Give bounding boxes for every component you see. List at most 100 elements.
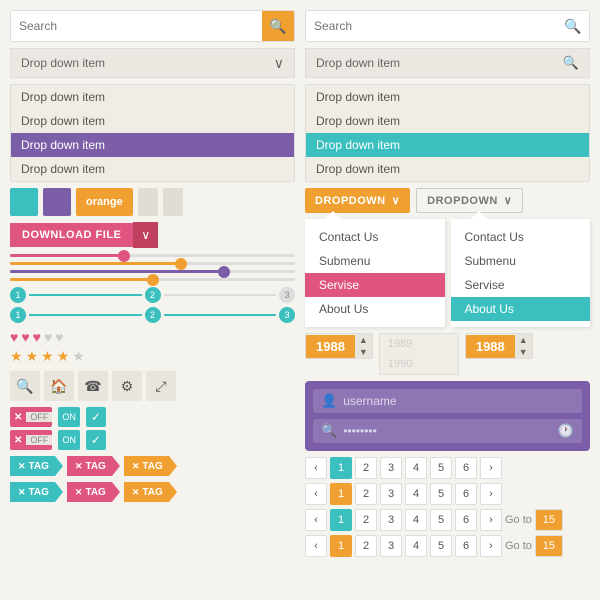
page-btn-4-5[interactable]: 5 <box>430 535 452 557</box>
scroll-item-1989[interactable]: 1989 <box>380 334 458 354</box>
star-3[interactable]: ★ <box>41 348 54 365</box>
list-item-r2[interactable]: Drop down item <box>306 109 589 133</box>
slider-track-4[interactable] <box>10 278 295 281</box>
download-file-button[interactable]: DOWNLOAD FILE <box>10 223 133 247</box>
search-button-1[interactable]: 🔍 <box>262 10 294 42</box>
search-input-1[interactable] <box>11 19 262 33</box>
list-item[interactable]: Drop down item <box>11 109 294 133</box>
page-prev-btn-3[interactable]: ‹ <box>305 509 327 531</box>
toggle-off-2[interactable]: ✕ OFF <box>10 430 52 450</box>
spinner-down-btn-2[interactable]: ▼ <box>515 346 532 358</box>
slider-thumb-2[interactable] <box>175 258 187 270</box>
page-btn-4-1[interactable]: 1 <box>330 535 352 557</box>
star-1[interactable]: ★ <box>10 348 23 365</box>
page-btn-3-5[interactable]: 5 <box>430 509 452 531</box>
page-btn-2-3[interactable]: 3 <box>380 483 402 505</box>
beige-rect-btn-1[interactable] <box>138 188 158 216</box>
phone-icon-box[interactable]: ☎ <box>78 371 108 401</box>
search-bar-1[interactable]: 🔍 <box>10 10 295 42</box>
step-num-2b[interactable]: 2 <box>145 307 161 323</box>
dropdown-outline-btn[interactable]: DROPDOWN ∨ <box>416 188 523 213</box>
goto-input-3[interactable] <box>535 509 563 531</box>
scroll-list-1[interactable]: 1989 1990 <box>379 333 459 375</box>
toggle-on-2[interactable]: ON <box>58 430 80 450</box>
page-next-btn-2[interactable]: › <box>480 483 502 505</box>
tag-pink-2[interactable]: ✕ TAG <box>67 482 120 502</box>
step-num-1c[interactable]: 3 <box>279 287 295 303</box>
menu-item-submenu-1[interactable]: Submenu <box>305 249 445 273</box>
spinner-up-btn-2[interactable]: ▲ <box>515 334 532 346</box>
goto-input-4[interactable] <box>535 535 563 557</box>
page-btn-1-6[interactable]: 6 <box>455 457 477 479</box>
page-btn-2-1[interactable]: 1 <box>330 483 352 505</box>
spinner-up-btn-1[interactable]: ▲ <box>355 334 372 346</box>
slider-track-2[interactable] <box>10 262 295 265</box>
menu-item-servise-1[interactable]: Servise <box>305 273 445 297</box>
heart-4[interactable]: ♥ <box>44 329 52 345</box>
toggle-on-1[interactable]: ON <box>58 407 80 427</box>
step-num-1b[interactable]: 2 <box>145 287 161 303</box>
page-btn-1-4[interactable]: 4 <box>405 457 427 479</box>
page-btn-3-4[interactable]: 4 <box>405 509 427 531</box>
list-item[interactable]: Drop down item <box>11 157 294 181</box>
username-input[interactable] <box>343 394 574 408</box>
page-btn-1-5[interactable]: 5 <box>430 457 452 479</box>
search-icon-box[interactable]: 🔍 <box>10 371 40 401</box>
page-next-btn-3[interactable]: › <box>480 509 502 531</box>
tag-teal-2[interactable]: ✕ TAG <box>10 482 63 502</box>
password-input[interactable] <box>343 424 552 438</box>
slider-thumb-3[interactable] <box>218 266 230 278</box>
heart-5[interactable]: ♥ <box>55 329 63 345</box>
spinner-down-btn-1[interactable]: ▼ <box>355 346 372 358</box>
list-item-r3-active[interactable]: Drop down item <box>306 133 589 157</box>
search-bar-2[interactable]: 🔍 <box>305 10 590 42</box>
page-btn-2-4[interactable]: 4 <box>405 483 427 505</box>
slider-thumb-4[interactable] <box>147 274 159 286</box>
orange-rect-btn[interactable]: orange <box>76 188 133 216</box>
scroll-item-1990[interactable]: 1990 <box>380 354 458 374</box>
settings-icon-box[interactable]: ⚙ <box>112 371 142 401</box>
page-btn-2-2[interactable]: 2 <box>355 483 377 505</box>
page-btn-2-5[interactable]: 5 <box>430 483 452 505</box>
checkbox-1[interactable]: ✓ <box>86 407 106 427</box>
checkbox-2[interactable]: ✓ <box>86 430 106 450</box>
page-btn-2-6[interactable]: 6 <box>455 483 477 505</box>
menu-item-contact-2[interactable]: Contact Us <box>451 225 591 249</box>
menu-item-about-1[interactable]: About Us <box>305 297 445 321</box>
purple-square-btn[interactable] <box>43 188 71 216</box>
heart-2[interactable]: ♥ <box>21 329 29 345</box>
teal-square-btn[interactable] <box>10 188 38 216</box>
star-5[interactable]: ★ <box>72 348 85 365</box>
beige-rect-btn-2[interactable] <box>163 188 183 216</box>
toggle-off-1[interactable]: ✕ OFF <box>10 407 52 427</box>
page-btn-1-1[interactable]: 1 <box>330 457 352 479</box>
menu-item-contact-1[interactable]: Contact Us <box>305 225 445 249</box>
expand-icon-box[interactable]: ⤢ <box>146 371 176 401</box>
tag-teal-1[interactable]: ✕ TAG <box>10 456 63 476</box>
list-item-r4[interactable]: Drop down item <box>306 157 589 181</box>
step-num-1a[interactable]: 1 <box>10 287 26 303</box>
menu-item-submenu-2[interactable]: Submenu <box>451 249 591 273</box>
slider-track-1[interactable] <box>10 254 295 257</box>
menu-item-servise-2[interactable]: Servise <box>451 273 591 297</box>
dropdown-select-1[interactable]: Drop down item ∨ <box>10 48 295 78</box>
star-2[interactable]: ★ <box>26 348 39 365</box>
page-btn-4-2[interactable]: 2 <box>355 535 377 557</box>
list-item-active[interactable]: Drop down item <box>11 133 294 157</box>
home-icon-box[interactable]: 🏠 <box>44 371 74 401</box>
list-item[interactable]: Drop down item <box>11 85 294 109</box>
page-prev-btn-4[interactable]: ‹ <box>305 535 327 557</box>
page-btn-3-3[interactable]: 3 <box>380 509 402 531</box>
page-btn-1-2[interactable]: 2 <box>355 457 377 479</box>
dropdown-select-2[interactable]: Drop down item 🔍 <box>305 48 590 78</box>
tag-orange-2[interactable]: ✕ TAG <box>124 482 177 502</box>
heart-3[interactable]: ♥ <box>33 329 41 345</box>
step-num-2a[interactable]: 1 <box>10 307 26 323</box>
page-next-btn-4[interactable]: › <box>480 535 502 557</box>
page-btn-4-6[interactable]: 6 <box>455 535 477 557</box>
page-btn-3-6[interactable]: 6 <box>455 509 477 531</box>
search-input-2[interactable] <box>306 19 557 33</box>
page-btn-4-4[interactable]: 4 <box>405 535 427 557</box>
list-item-r1[interactable]: Drop down item <box>306 85 589 109</box>
page-btn-1-3[interactable]: 3 <box>380 457 402 479</box>
